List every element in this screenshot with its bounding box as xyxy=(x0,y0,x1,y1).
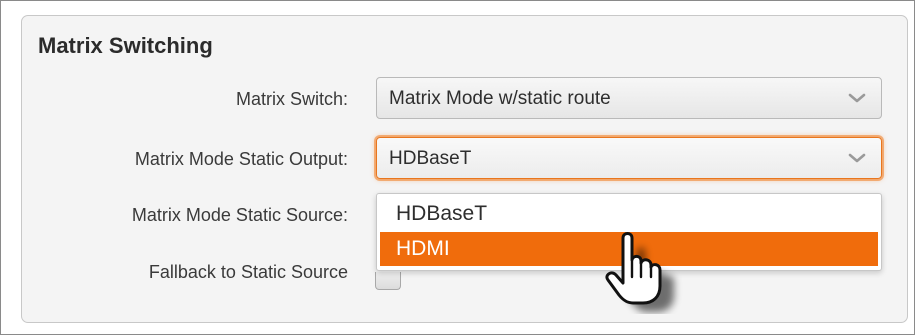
matrix-switch-select[interactable]: Matrix Mode w/static route xyxy=(376,77,882,119)
chevron-down-icon xyxy=(848,153,866,163)
matrix-switch-label: Matrix Switch: xyxy=(235,89,348,109)
matrix-switch-value: Matrix Mode w/static route xyxy=(389,88,611,109)
hand-pointer-cursor-icon xyxy=(605,232,674,312)
static-output-select[interactable]: HDBaseT xyxy=(376,137,882,179)
matrix-switching-panel: Matrix Switching Matrix Switch: Matrix M… xyxy=(21,15,908,323)
static-output-label: Matrix Mode Static Output: xyxy=(134,149,348,169)
fallback-checkbox[interactable] xyxy=(375,272,401,290)
static-output-value: HDBaseT xyxy=(389,148,472,169)
panel-title: Matrix Switching xyxy=(38,33,213,58)
chevron-down-icon xyxy=(848,93,866,103)
static-source-label: Matrix Mode Static Source: xyxy=(131,205,348,225)
window-frame: Matrix Switching Matrix Switch: Matrix M… xyxy=(0,0,915,335)
fallback-label: Fallback to Static Source xyxy=(148,262,348,282)
